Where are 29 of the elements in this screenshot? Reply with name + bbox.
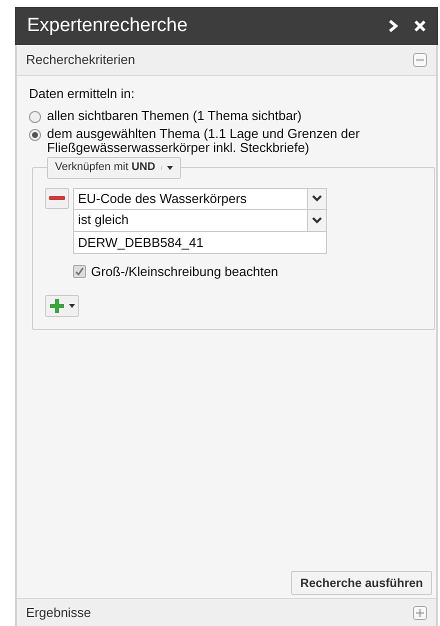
section-title: Recherchekriterien: [26, 51, 136, 70]
remove-button[interactable]: [45, 188, 69, 208]
value-field[interactable]: DERW_DEBB584_41: [73, 232, 327, 254]
close-icon[interactable]: [414, 20, 426, 32]
caret-icon: [69, 304, 75, 308]
section-header[interactable]: Ergebnisse: [17, 598, 436, 626]
plus-icon: [49, 298, 65, 314]
combine-button[interactable]: Verknüpfen mit UND: [47, 156, 182, 178]
radio-button[interactable]: [29, 128, 41, 140]
radio-label: allen sichtbaren Themen (1 Thema sichtbar): [47, 108, 303, 122]
radio-label: dem ausgewählten Thema (1.1 Lage und Grenzen der Fließgewässerwasserkörper inkl. Steckbriefe): [47, 126, 361, 154]
attribute-select[interactable]: EU-Code des Wasserkörpers: [73, 188, 327, 210]
add-button[interactable]: [45, 295, 79, 317]
chevron-right-icon[interactable]: [388, 20, 398, 32]
checkbox[interactable]: [73, 264, 86, 278]
operator-select[interactable]: ist gleich: [73, 210, 327, 232]
chevron-down-icon: [312, 195, 322, 202]
radio-button[interactable]: [29, 110, 41, 122]
section-header[interactable]: Recherchekriterien: [17, 45, 436, 76]
expand-icon[interactable]: [413, 606, 427, 620]
collapse-icon[interactable]: [413, 53, 427, 67]
prompt-label: Daten ermitteln in:: [29, 85, 136, 103]
minus-icon: [49, 196, 65, 200]
search-button[interactable]: Recherche ausführen: [291, 571, 432, 595]
checkbox-label: Groß-/Kleinschreibung beachten: [91, 262, 278, 281]
window-title: Expertenrecherche: [27, 14, 189, 38]
chevron-down-icon: [312, 216, 322, 224]
section-title: Ergebnisse: [26, 604, 92, 622]
caret-icon: [167, 166, 174, 170]
